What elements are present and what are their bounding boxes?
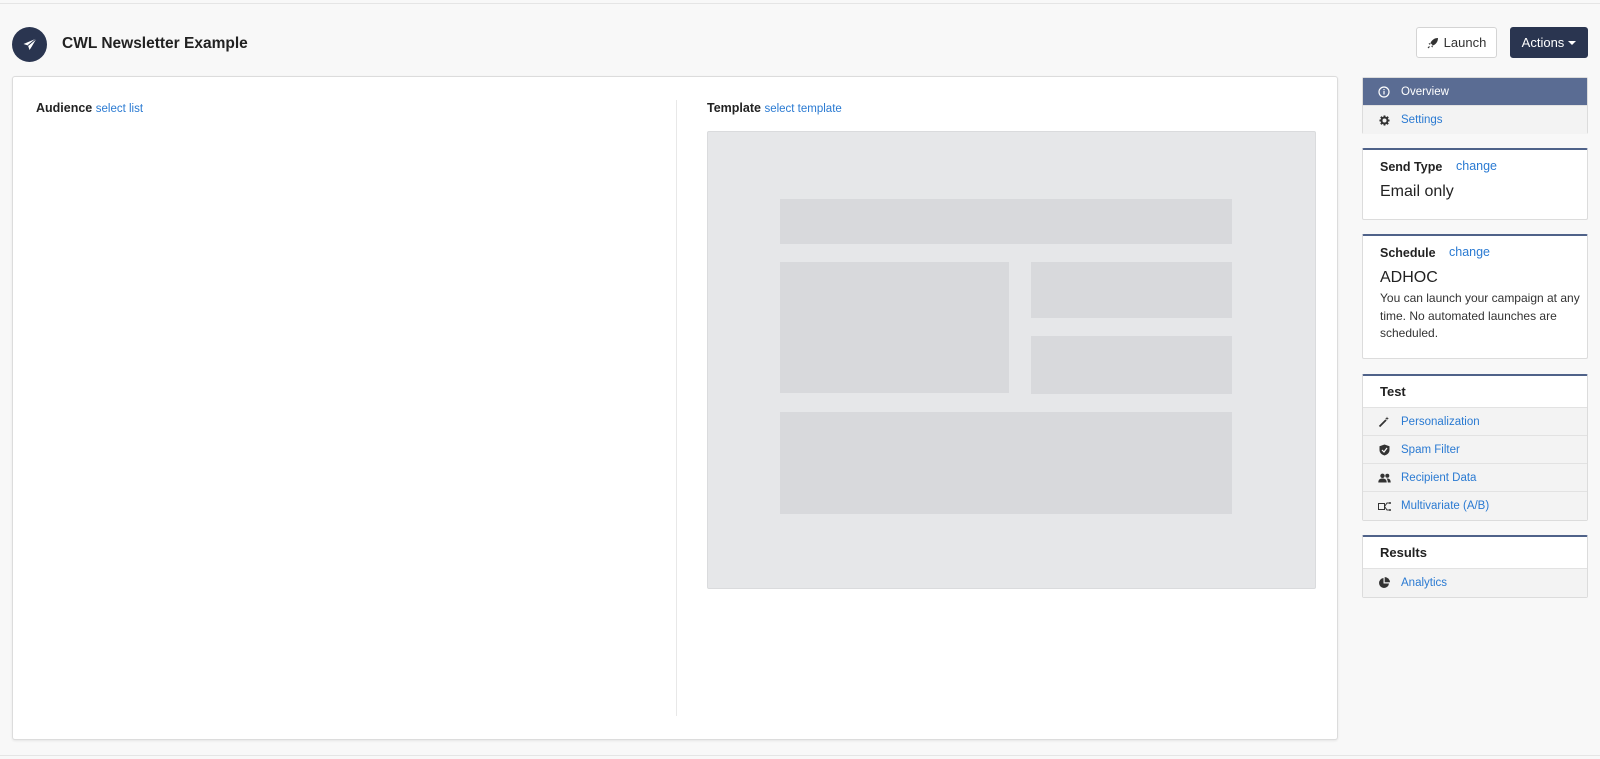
results-card: Results Analytics — [1362, 535, 1588, 598]
sidebar-item-label: Settings — [1401, 114, 1443, 126]
placeholder-image-block — [780, 262, 1009, 393]
launch-label: Launch — [1443, 35, 1487, 50]
shield-icon — [1377, 443, 1391, 457]
schedule-label: Schedule — [1380, 246, 1436, 260]
sidebar-item-label: Recipient Data — [1401, 471, 1477, 484]
page-title: CWL Newsletter Example — [62, 35, 248, 52]
column-divider — [676, 100, 677, 716]
campaign-overview-panel: Audience select list Template select tem… — [12, 76, 1338, 740]
schedule-change-link[interactable]: change — [1449, 245, 1490, 259]
audience-section-header: Audience select list — [36, 101, 143, 115]
sidebar-item-settings[interactable]: Settings — [1363, 106, 1587, 134]
info-circle-icon — [1377, 85, 1391, 99]
paper-plane-icon — [12, 27, 47, 62]
send-type-card: Send Type change Email only — [1362, 148, 1588, 220]
users-icon — [1377, 471, 1391, 485]
select-list-link[interactable]: select list — [96, 103, 143, 115]
sidebar-item-recipient-data[interactable]: Recipient Data — [1363, 464, 1587, 492]
pie-chart-icon — [1377, 576, 1391, 590]
split-icon — [1377, 499, 1391, 513]
magic-wand-icon — [1377, 415, 1391, 429]
send-type-value: Email only — [1380, 183, 1454, 200]
template-preview-placeholder[interactable] — [707, 131, 1316, 589]
actions-dropdown-button[interactable]: Actions — [1510, 27, 1588, 58]
sidebar-item-label: Overview — [1401, 85, 1449, 98]
sidebar-item-spam-filter[interactable]: Spam Filter — [1363, 436, 1587, 464]
audience-label: Audience — [36, 101, 93, 115]
launch-button[interactable]: Launch — [1416, 27, 1497, 58]
send-type-change-link[interactable]: change — [1456, 159, 1497, 173]
sidebar-item-personalization[interactable]: Personalization — [1363, 408, 1587, 436]
template-label: Template — [707, 101, 761, 115]
test-card-header: Test — [1363, 376, 1587, 408]
results-card-header: Results — [1363, 537, 1587, 569]
placeholder-side-block — [1031, 336, 1232, 394]
caret-down-icon — [1568, 40, 1577, 45]
placeholder-footer-block — [780, 412, 1232, 514]
placeholder-header-block — [780, 199, 1232, 244]
sidebar-item-label: Personalization — [1401, 415, 1480, 428]
rocket-icon — [1427, 37, 1438, 48]
actions-label: Actions — [1521, 35, 1565, 50]
template-section-header: Template select template — [707, 101, 842, 115]
sidebar-item-overview[interactable]: Overview — [1363, 78, 1587, 106]
sidebar-item-multivariate[interactable]: Multivariate (A/B) — [1363, 492, 1587, 520]
send-type-label: Send Type — [1380, 160, 1443, 174]
schedule-value: ADHOC — [1380, 269, 1438, 286]
select-template-link[interactable]: select template — [764, 103, 841, 115]
sidebar-item-label: Spam Filter — [1401, 443, 1460, 456]
sidebar-item-label: Analytics — [1401, 577, 1448, 589]
test-card: Test Personalization Spam Filter Recipie… — [1362, 374, 1588, 521]
schedule-card: Schedule change ADHOC You can launch you… — [1362, 234, 1588, 359]
sidebar-item-label: Multivariate (A/B) — [1401, 500, 1490, 512]
gear-icon — [1377, 113, 1391, 127]
sidebar-nav: Overview Settings — [1362, 77, 1588, 134]
sidebar-item-analytics[interactable]: Analytics — [1363, 569, 1587, 597]
bottom-divider — [0, 755, 1600, 756]
schedule-description: You can launch your campaign at any time… — [1380, 291, 1580, 340]
placeholder-side-block — [1031, 262, 1232, 318]
top-divider — [0, 3, 1600, 4]
